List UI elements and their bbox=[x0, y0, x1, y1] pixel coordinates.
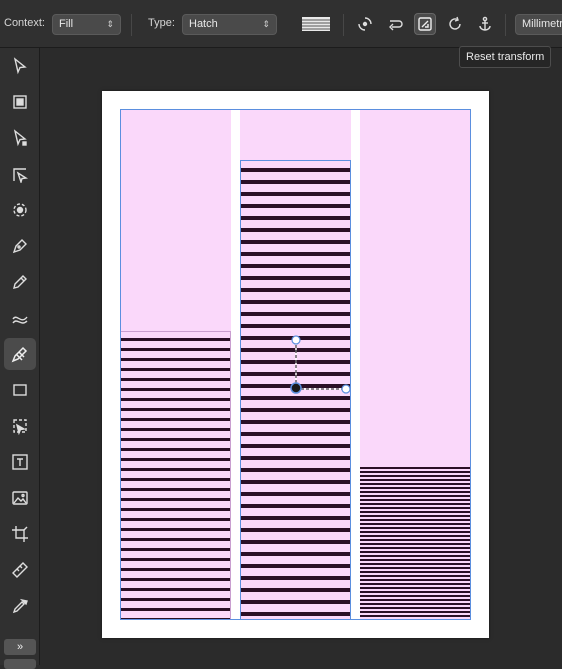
separator bbox=[343, 14, 344, 36]
anchor-icon bbox=[479, 16, 491, 31]
measure-tool[interactable] bbox=[4, 554, 36, 586]
pencil-icon bbox=[13, 275, 27, 289]
context-dropdown[interactable]: Fill ⇕ bbox=[52, 14, 121, 35]
units-value: Millimetres bbox=[522, 18, 562, 30]
reset-transform-button[interactable] bbox=[414, 13, 436, 35]
units-dropdown[interactable]: Millimetres bbox=[515, 14, 562, 35]
rotation-handle[interactable] bbox=[291, 335, 301, 345]
color-picker-tool[interactable] bbox=[4, 590, 36, 622]
swap-button[interactable] bbox=[384, 13, 406, 35]
eyedropper-icon bbox=[12, 598, 28, 614]
separator bbox=[131, 14, 132, 36]
rectangle-icon bbox=[13, 384, 27, 396]
more-tools-button[interactable]: » bbox=[4, 639, 36, 655]
origin-handle[interactable] bbox=[290, 382, 302, 394]
tools-overflow-handle[interactable] bbox=[4, 659, 36, 669]
hatch-pattern-button[interactable] bbox=[300, 13, 332, 35]
pencil-tool[interactable] bbox=[4, 266, 36, 298]
scale-handle[interactable] bbox=[341, 384, 351, 394]
shape-icon bbox=[13, 419, 27, 435]
place-image-tool[interactable] bbox=[4, 482, 36, 514]
node-pointer-icon bbox=[13, 129, 27, 147]
swap-icon bbox=[389, 20, 403, 31]
corner-icon bbox=[13, 168, 29, 183]
rectangle-tool[interactable] bbox=[4, 374, 36, 406]
reset-transform-tooltip: Reset transform bbox=[459, 46, 552, 68]
rotate-button[interactable] bbox=[444, 13, 466, 35]
chevron-updown-icon: ⇕ bbox=[106, 19, 114, 29]
vector-brush-tool[interactable] bbox=[4, 302, 36, 334]
type-dropdown[interactable]: Hatch ⇕ bbox=[182, 14, 277, 35]
context-toolbar: Context: Fill ⇕ Type: Hatch ⇕ Millimet bbox=[0, 0, 562, 48]
ruler-icon bbox=[12, 562, 28, 578]
artboard-tool[interactable] bbox=[4, 86, 36, 118]
hatch-pattern-icon bbox=[302, 17, 330, 31]
anchor-button[interactable] bbox=[474, 13, 496, 35]
point-transform-icon bbox=[13, 203, 27, 217]
transform-icon bbox=[358, 17, 372, 31]
pointer-icon bbox=[13, 57, 27, 75]
crop-icon bbox=[12, 526, 28, 542]
rotate-icon bbox=[449, 16, 461, 30]
frame-text-icon bbox=[12, 454, 28, 470]
tools-panel bbox=[0, 48, 40, 665]
fill-tool[interactable] bbox=[4, 338, 36, 370]
document-page bbox=[102, 91, 489, 638]
reset-transform-icon bbox=[418, 17, 432, 31]
type-value: Hatch bbox=[189, 18, 218, 30]
corner-tool[interactable] bbox=[4, 158, 36, 190]
node-tool[interactable] bbox=[4, 122, 36, 154]
context-label: Context: bbox=[4, 17, 45, 29]
separator bbox=[505, 14, 506, 36]
transform-button[interactable] bbox=[354, 13, 376, 35]
chevron-updown-icon: ⇕ bbox=[262, 19, 270, 29]
frame-text-tool[interactable] bbox=[4, 446, 36, 478]
pen-icon bbox=[12, 239, 27, 254]
context-value: Fill bbox=[59, 18, 74, 30]
move-tool[interactable] bbox=[4, 50, 36, 82]
fill-brush-icon bbox=[11, 346, 28, 363]
crop-tool[interactable] bbox=[4, 518, 36, 550]
fill-transform-handles[interactable] bbox=[282, 331, 362, 397]
artboard-icon bbox=[13, 95, 27, 109]
vector-brush-icon bbox=[12, 316, 28, 324]
type-label: Type: bbox=[148, 17, 175, 29]
image-icon bbox=[12, 491, 28, 505]
shape-tool[interactable] bbox=[4, 410, 36, 442]
pen-tool[interactable] bbox=[4, 230, 36, 262]
point-transform-tool[interactable] bbox=[4, 194, 36, 226]
